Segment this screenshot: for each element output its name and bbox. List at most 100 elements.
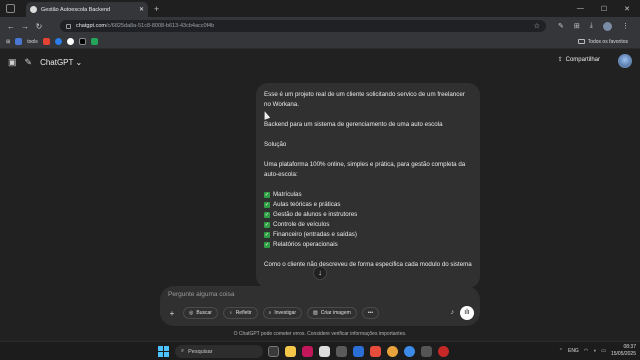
notion-icon[interactable]: [78, 38, 86, 45]
app-icon[interactable]: [370, 346, 381, 357]
bookmark-tools[interactable]: tools: [27, 39, 38, 45]
feature-label: Matrículas: [273, 191, 302, 198]
minimize-icon[interactable]: —: [577, 5, 584, 13]
checkmark-icon: ✓: [264, 192, 270, 198]
search-icon: ⌕: [181, 348, 185, 354]
url-host: chatgpt.com: [76, 23, 106, 29]
new-chat-icon[interactable]: ✎: [25, 57, 33, 68]
chrome-icon[interactable]: [387, 346, 398, 357]
forward-icon[interactable]: →: [18, 22, 32, 31]
checkmark-icon: ✓: [264, 212, 270, 218]
close-window-icon[interactable]: ✕: [624, 5, 630, 13]
feature-label: Gestão de alunos e instrutores: [273, 211, 358, 218]
checkmark-icon: ✓: [264, 232, 270, 238]
lightbulb-icon: ♁: [228, 310, 233, 316]
create-image-button[interactable]: ▨ Criar imagem: [307, 307, 357, 319]
system-tray: ⌃ ENG ◠ ◖ ▭ 08:37 15/05/2025: [559, 344, 636, 358]
close-tab-icon[interactable]: ✕: [139, 6, 144, 13]
globe-icon: ◎: [189, 310, 194, 316]
menu-kebab-icon[interactable]: ⋮: [622, 22, 629, 31]
address-toolbar: ← → ↻ chatgpt.com/c/6825da8a-51c8-8008-b…: [0, 17, 640, 35]
list-item: ✓ Matrículas: [264, 190, 472, 200]
chrome-bookmark-icon[interactable]: [54, 38, 62, 45]
user-avatar[interactable]: [618, 54, 632, 68]
tool-label: Criar imagem: [320, 310, 351, 316]
clock-date: 15/05/2025: [610, 351, 636, 357]
chatgpt-favicon-icon: [30, 6, 37, 13]
chevron-up-icon[interactable]: ⌃: [559, 348, 563, 354]
url-path: /c/6825da8a-51c8-8008-b613-43cb4acc0f4b: [105, 23, 215, 29]
downloads-icon[interactable]: ⤓: [590, 22, 593, 31]
disclaimer-text: O ChatGPT pode cometer erros. Considere …: [233, 331, 407, 337]
bookmark-star-icon[interactable]: ☆: [534, 22, 540, 30]
research-tool-button[interactable]: ⌕ Investigar: [262, 307, 303, 319]
search-tool-button[interactable]: ◎ Buscar: [183, 307, 218, 319]
sidebar-toggle-icon[interactable]: ▣: [8, 57, 17, 68]
browser-tab[interactable]: Gestão Autoescola Backend ✕: [26, 2, 148, 17]
user-message-bubble: Esse é um projeto real de um cliente sol…: [256, 83, 480, 288]
language-indicator[interactable]: ENG: [568, 348, 579, 354]
app-icon[interactable]: [336, 346, 347, 357]
extensions-puzzle-icon[interactable]: ⊞: [574, 22, 580, 31]
list-item: ✓ Financeiro (entradas e saídas): [264, 230, 472, 240]
app-icon[interactable]: [353, 346, 364, 357]
all-bookmarks-label: Todos os favoritos: [587, 38, 628, 45]
github-icon[interactable]: [66, 38, 74, 45]
share-button[interactable]: ⇪ Compartilhar: [558, 56, 600, 64]
prompt-input[interactable]: Pergunte alguma coisa: [168, 291, 235, 298]
feature-label: Relatórios operacionais: [273, 241, 338, 248]
volume-icon[interactable]: ◖: [593, 348, 596, 354]
profile-avatar[interactable]: [602, 21, 612, 31]
maximize-icon[interactable]: ☐: [601, 5, 607, 13]
bookmarks-bar: ⊞ tools Todos os favoritos: [0, 35, 640, 49]
tool-label: Buscar: [196, 310, 212, 316]
share-label: Compartilhar: [565, 56, 600, 63]
file-explorer-icon[interactable]: [285, 346, 296, 357]
url-field[interactable]: chatgpt.com/c/6825da8a-51c8-8008-b613-43…: [60, 20, 546, 32]
clock-time: 08:37: [623, 344, 636, 350]
scroll-down-button[interactable]: ↓: [313, 266, 327, 280]
more-tools-button[interactable]: •••: [361, 307, 380, 319]
message-section: Solução: [264, 141, 287, 148]
all-bookmarks[interactable]: Todos os favoritos: [577, 38, 628, 45]
microphone-icon[interactable]: ♪: [451, 309, 455, 316]
checkmark-icon: ✓: [264, 222, 270, 228]
app-icon[interactable]: [319, 346, 330, 357]
add-attachment-icon[interactable]: +: [166, 309, 178, 318]
bookmark-icon[interactable]: [15, 38, 23, 45]
reason-tool-button[interactable]: ♁ Refletir: [222, 307, 258, 319]
extension-icon[interactable]: ✎: [558, 22, 564, 31]
app-icon[interactable]: [302, 346, 313, 357]
wifi-icon[interactable]: ◠: [584, 348, 588, 354]
app-icon[interactable]: [421, 346, 432, 357]
voice-mode-button[interactable]: ılı: [460, 306, 474, 320]
battery-icon[interactable]: ▭: [601, 348, 606, 354]
message-subtitle: Backend para um sistema de gerenciamento…: [264, 121, 443, 128]
tool-label: Refletir: [235, 310, 252, 316]
reload-icon[interactable]: ↻: [32, 22, 46, 31]
chat-header: ▣ ✎ ChatGPT ⌄ ⇪ Compartilhar: [0, 49, 640, 75]
message-closing: Como o cliente não descreveu de forma es…: [264, 261, 472, 268]
sheets-icon[interactable]: [90, 38, 98, 45]
back-icon[interactable]: ←: [4, 22, 18, 31]
task-view-icon[interactable]: [268, 346, 279, 357]
message-description: Uma plataforma 100% online, simples e pr…: [264, 161, 466, 178]
folder-icon: [577, 39, 585, 44]
image-icon: ▨: [313, 310, 318, 316]
tab-actions-icon[interactable]: [6, 4, 15, 13]
clock[interactable]: 08:37 15/05/2025: [611, 344, 636, 358]
gmail-icon[interactable]: [42, 38, 50, 45]
new-tab-icon[interactable]: +: [154, 4, 159, 14]
taskbar-search[interactable]: ⌕ Pesquisar: [175, 345, 263, 358]
checkmark-icon: ✓: [264, 202, 270, 208]
windows-start-icon[interactable]: [158, 346, 169, 357]
site-info-icon[interactable]: [66, 23, 71, 29]
apps-grid-icon[interactable]: ⊞: [6, 39, 10, 45]
edge-icon[interactable]: [404, 346, 415, 357]
list-item: ✓ Aulas teóricas e práticas: [264, 200, 472, 210]
app-icon[interactable]: [438, 346, 449, 357]
feature-label: Financeiro (entradas e saídas): [273, 231, 357, 238]
model-selector[interactable]: ChatGPT ⌄: [40, 58, 82, 67]
checkmark-icon: ✓: [264, 242, 270, 248]
list-item: ✓ Gestão de alunos e instrutores: [264, 210, 472, 220]
